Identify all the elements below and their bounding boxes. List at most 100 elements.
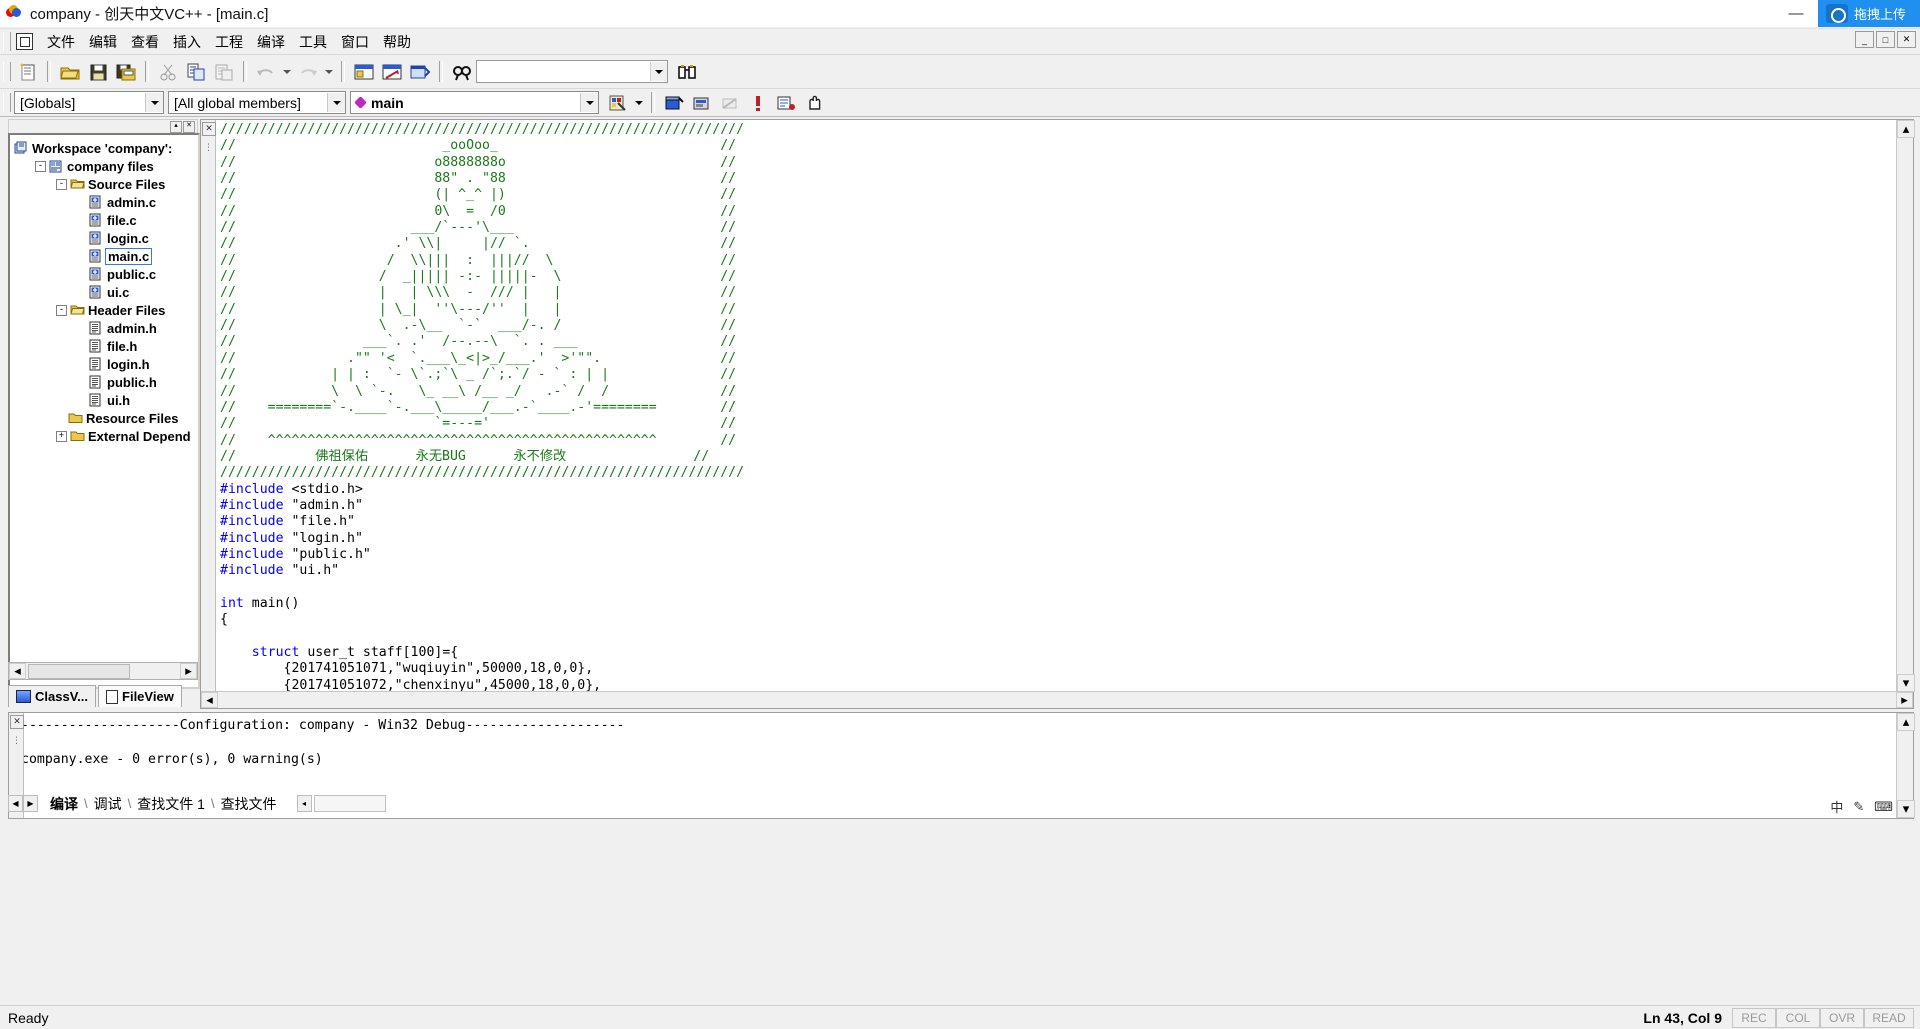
mdi-minimize-button[interactable]: _ bbox=[1855, 31, 1874, 48]
mdi-restore-button[interactable]: □ bbox=[1876, 31, 1895, 48]
menu-item-file[interactable]: 文件 bbox=[40, 30, 82, 54]
output-scroll-up-icon[interactable]: ▴ bbox=[1897, 713, 1915, 731]
editor-hscrollbar[interactable]: ◂ ▸ bbox=[201, 691, 1913, 708]
scroll-left-arrow-icon[interactable]: ◂ bbox=[9, 663, 26, 679]
undo-icon[interactable] bbox=[253, 59, 279, 85]
tree-expand-toggle[interactable]: + bbox=[56, 430, 67, 442]
menu-item-build[interactable]: 编译 bbox=[250, 30, 292, 54]
find-binoculars-icon[interactable] bbox=[674, 59, 700, 85]
workspace-restore-button[interactable]: ▴ bbox=[170, 121, 182, 133]
wizardbar-actions-icon[interactable] bbox=[604, 90, 630, 116]
scroll-right-arrow-icon[interactable]: ▸ bbox=[180, 663, 197, 679]
tree-node-external-depend[interactable]: + External Depend bbox=[14, 427, 198, 445]
output-tab-find-in-files-1[interactable]: 查找文件 1 bbox=[131, 794, 211, 814]
tree-collapse-toggle[interactable]: - bbox=[56, 178, 67, 190]
output-tab-build[interactable]: 编译 bbox=[44, 794, 84, 814]
tree-node-workspace-company[interactable]: Workspace 'company': bbox=[14, 139, 198, 157]
build-icon[interactable] bbox=[689, 90, 715, 116]
redo-dropdown-icon[interactable] bbox=[323, 59, 335, 85]
tree-node-resource-files[interactable]: Resource Files bbox=[14, 409, 198, 427]
tree-collapse-toggle[interactable]: - bbox=[35, 160, 46, 172]
tabstrip-scroll-left[interactable]: ◂ bbox=[296, 795, 312, 812]
tree-node-header-files[interactable]: - Header Files bbox=[14, 301, 198, 319]
mdi-close-button[interactable]: ✕ bbox=[1897, 31, 1916, 48]
workspace-hscrollbar[interactable]: ◂ ▸ bbox=[8, 662, 198, 680]
output-window-icon[interactable] bbox=[379, 59, 405, 85]
redo-icon[interactable] bbox=[295, 59, 321, 85]
menubar-grip[interactable] bbox=[3, 32, 11, 51]
class-combo-arrow-icon[interactable] bbox=[145, 93, 163, 112]
tree-node-login-c[interactable]: login.c bbox=[14, 229, 198, 247]
menu-item-help[interactable]: 帮助 bbox=[376, 30, 418, 54]
symbol-combo[interactable]: main bbox=[350, 91, 599, 114]
stop-build-icon[interactable] bbox=[717, 90, 743, 116]
insert-breakpoint-icon[interactable] bbox=[773, 90, 799, 116]
tree-node-admin-c[interactable]: admin.c bbox=[14, 193, 198, 211]
output-close-icon[interactable]: ✕ bbox=[10, 715, 24, 729]
cut-icon[interactable] bbox=[155, 59, 181, 85]
workspace-hscroll-thumb[interactable] bbox=[28, 663, 130, 679]
members-combo[interactable]: [All global members] bbox=[168, 91, 346, 114]
tree-node-company-files[interactable]: - company files bbox=[14, 157, 198, 175]
document-properties-icon[interactable] bbox=[16, 33, 33, 50]
tree-node-admin-h[interactable]: admin.h bbox=[14, 319, 198, 337]
menu-item-edit[interactable]: 编辑 bbox=[82, 30, 124, 54]
save-icon[interactable] bbox=[85, 59, 111, 85]
symbol-combo-arrow-icon[interactable] bbox=[580, 93, 598, 112]
workspace-close-button[interactable]: ✕ bbox=[183, 121, 195, 133]
output-tab-debug[interactable]: 调试 bbox=[88, 794, 128, 814]
tree-node-main-c[interactable]: main.c bbox=[14, 247, 198, 265]
menu-item-project[interactable]: 工程 bbox=[208, 30, 250, 54]
wizardbar-grip[interactable] bbox=[3, 93, 11, 112]
workspace-tree[interactable]: Workspace 'company': - company files - Sourc… bbox=[10, 135, 198, 445]
source-code[interactable]: ////////////////////////////////////////… bbox=[216, 120, 1897, 692]
copy-icon[interactable] bbox=[183, 59, 209, 85]
undo-dropdown-icon[interactable] bbox=[281, 59, 293, 85]
paste-icon[interactable] bbox=[211, 59, 237, 85]
save-all-icon[interactable] bbox=[113, 59, 139, 85]
indicator-read: READ bbox=[1864, 1007, 1914, 1028]
hand-icon[interactable] bbox=[801, 90, 827, 116]
tree-node-ui-c[interactable]: ui.c bbox=[14, 283, 198, 301]
menu-item-window[interactable]: 窗口 bbox=[334, 30, 376, 54]
editor-scroll-left-icon[interactable]: ◂ bbox=[201, 692, 218, 708]
scroll-down-arrow-icon[interactable]: ▾ bbox=[1897, 674, 1915, 692]
tree-node-login-h[interactable]: login.h bbox=[14, 355, 198, 373]
drag-upload-button[interactable]: 拖拽上传 bbox=[1817, 0, 1920, 27]
scroll-up-arrow-icon[interactable]: ▴ bbox=[1897, 120, 1915, 138]
find-combo-arrow-icon[interactable] bbox=[650, 62, 667, 81]
wizardbar-dropdown-icon[interactable] bbox=[632, 90, 645, 116]
tabstrip-prev-button[interactable]: ◀ bbox=[8, 795, 23, 812]
find-in-files-icon[interactable] bbox=[449, 59, 475, 85]
members-combo-arrow-icon[interactable] bbox=[327, 93, 345, 112]
watch-window-icon[interactable] bbox=[407, 59, 433, 85]
new-text-file-icon[interactable] bbox=[15, 59, 41, 85]
editor-vscrollbar[interactable]: ▴ ▾ bbox=[1896, 120, 1915, 692]
workspace-window-icon[interactable] bbox=[351, 59, 377, 85]
class-combo[interactable]: [Globals] bbox=[14, 91, 164, 114]
tree-node-public-c[interactable]: public.c bbox=[14, 265, 198, 283]
tree-node-file-h[interactable]: file.h bbox=[14, 337, 198, 355]
tree-node-ui-h[interactable]: ui.h bbox=[14, 391, 198, 409]
open-file-icon[interactable] bbox=[57, 59, 83, 85]
compile-icon[interactable] bbox=[661, 90, 687, 116]
menu-item-insert[interactable]: 插入 bbox=[166, 30, 208, 54]
tab-fileview[interactable]: FileView bbox=[98, 685, 182, 707]
tree-node-public-h[interactable]: public.h bbox=[14, 373, 198, 391]
editor-scroll-right-icon[interactable]: ▸ bbox=[1896, 692, 1913, 708]
toolbar-grip[interactable] bbox=[3, 62, 11, 81]
code-text-area[interactable]: ////////////////////////////////////////… bbox=[216, 120, 1897, 692]
tab-classview[interactable]: ClassV... bbox=[8, 685, 97, 707]
tree-node-source-files[interactable]: - Source Files bbox=[14, 175, 198, 193]
tabstrip-next-button[interactable]: ▶ bbox=[23, 795, 38, 812]
tree-node-file-c[interactable]: file.c bbox=[14, 211, 198, 229]
menu-item-tools[interactable]: 工具 bbox=[292, 30, 334, 54]
menu-item-view[interactable]: 查看 bbox=[124, 30, 166, 54]
minimize-button[interactable]: — bbox=[1774, 0, 1818, 27]
find-combo[interactable] bbox=[476, 60, 668, 83]
go-icon[interactable] bbox=[745, 90, 771, 116]
tree-collapse-toggle[interactable]: - bbox=[56, 304, 67, 316]
editor-close-icon[interactable]: ✕ bbox=[202, 122, 216, 136]
output-tab-find-in-files[interactable]: 查找文件 bbox=[215, 794, 283, 814]
tabstrip-scroll-track[interactable] bbox=[313, 795, 386, 812]
